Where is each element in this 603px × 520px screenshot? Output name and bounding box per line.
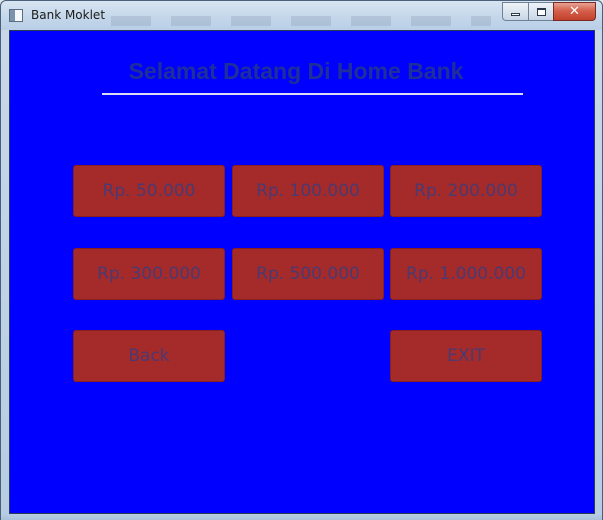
blurred-background-tabs bbox=[111, 16, 491, 26]
app-window: Bank Moklet ✕ Selamat Datang Di Home Ban… bbox=[0, 0, 603, 520]
title-underline bbox=[102, 93, 523, 95]
window-controls: ✕ bbox=[502, 2, 596, 21]
minimize-icon bbox=[511, 12, 520, 16]
back-button[interactable]: Back bbox=[73, 330, 225, 382]
amount-button-100000[interactable]: Rp. 100.000 bbox=[232, 165, 384, 217]
amount-button-300000[interactable]: Rp. 300.000 bbox=[73, 248, 225, 300]
close-icon: ✕ bbox=[569, 4, 580, 19]
amount-button-50000[interactable]: Rp. 50.000 bbox=[73, 165, 225, 217]
app-icon bbox=[9, 9, 23, 22]
title-bar[interactable]: Bank Moklet ✕ bbox=[1, 1, 602, 30]
window-title: Bank Moklet bbox=[31, 8, 106, 22]
amount-button-1000000[interactable]: Rp. 1.000.000 bbox=[390, 248, 542, 300]
exit-button[interactable]: EXIT bbox=[390, 330, 542, 382]
amount-button-500000[interactable]: Rp. 500.000 bbox=[232, 248, 384, 300]
minimize-button[interactable] bbox=[502, 2, 528, 21]
page-title: Selamat Datang Di Home Bank bbox=[128, 58, 464, 84]
main-panel: Selamat Datang Di Home Bank Rp. 50.000 R… bbox=[9, 30, 595, 514]
maximize-button[interactable] bbox=[528, 2, 553, 21]
window-bottom-border bbox=[1, 514, 602, 520]
close-button[interactable]: ✕ bbox=[553, 2, 596, 21]
amount-button-200000[interactable]: Rp. 200.000 bbox=[390, 165, 542, 217]
maximize-icon bbox=[536, 7, 546, 16]
